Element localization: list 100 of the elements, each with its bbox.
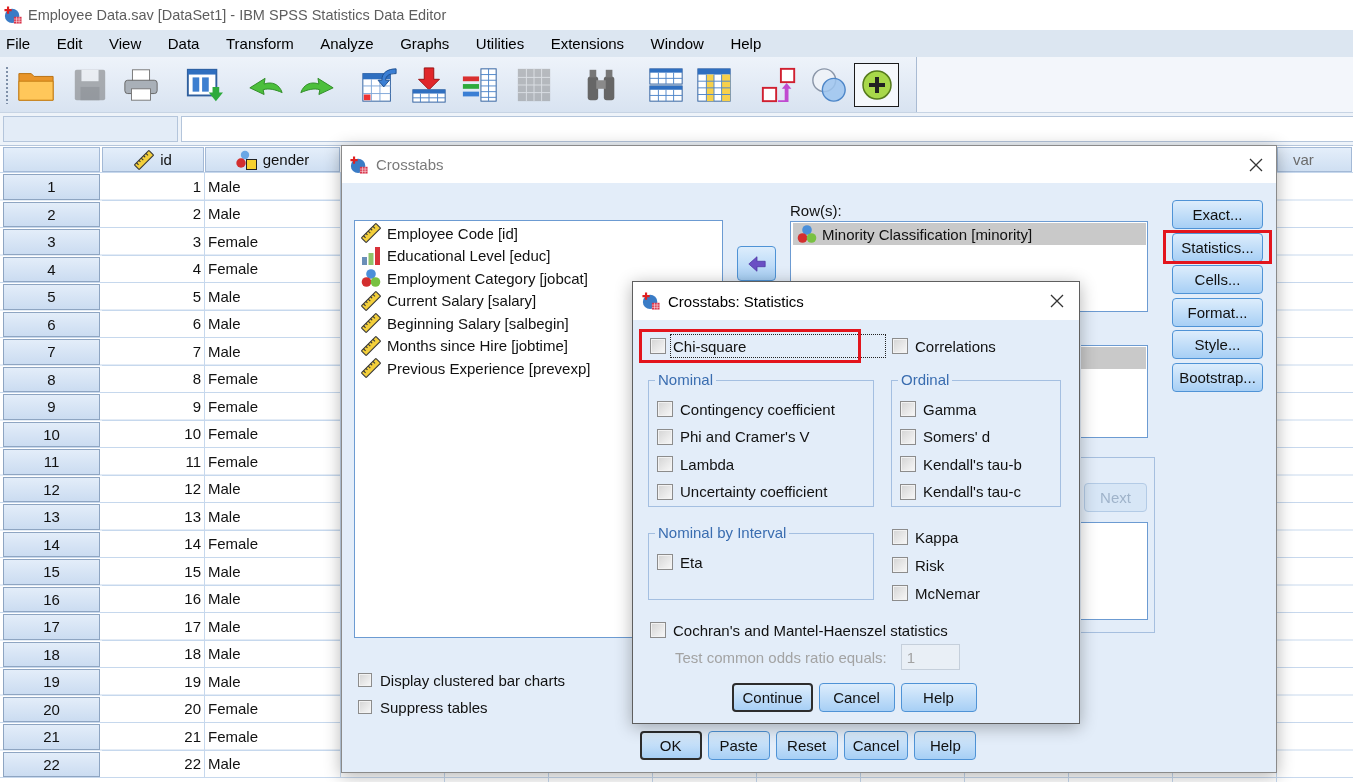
dialog-button[interactable]: Reset [775,731,838,760]
row-header[interactable]: 11 [3,449,100,475]
menu-item[interactable]: Graphs [396,33,454,54]
checkbox-label[interactable]: Risk [915,556,945,574]
checkbox[interactable] [900,401,916,417]
row-header[interactable]: 7 [3,339,100,365]
table-cell: 8 [102,365,205,393]
checkbox[interactable] [657,554,673,570]
table-cell: 14 [102,530,205,558]
row-header[interactable]: 5 [3,284,100,310]
dialog-button[interactable]: Cancel [843,731,909,760]
menu-item[interactable]: File [2,33,35,54]
row-header[interactable]: 12 [3,476,100,502]
dialog-button[interactable]: Cancel [818,683,895,712]
row-header[interactable]: 1 [3,174,100,200]
checkbox[interactable] [657,456,673,472]
column-header[interactable]: var [1277,147,1352,172]
row-header[interactable]: 17 [3,614,100,640]
menu-item[interactable]: Edit [52,33,87,54]
dialog-button[interactable]: Cells... [1172,265,1263,295]
row-header[interactable]: 21 [3,724,100,750]
checkbox[interactable] [650,622,666,638]
row-header[interactable]: 20 [3,696,100,722]
checkbox[interactable] [657,483,673,500]
checkbox-label[interactable]: McNemar [915,584,980,602]
cell-value-field[interactable] [181,116,1353,142]
menu-item[interactable]: Analyze [316,33,378,54]
checkbox[interactable] [657,428,673,445]
list-item[interactable]: Minority Classification [minority] [793,223,1146,245]
list-item[interactable]: Beginning Salary [salbegin] [359,312,571,335]
checkbox[interactable] [900,456,916,472]
row-header[interactable]: 10 [3,421,100,447]
menu-item[interactable]: Extensions [546,33,629,54]
dialog-button[interactable]: OK [639,731,702,760]
checkbox[interactable] [358,700,372,714]
list-item[interactable]: Employee Code [id] [359,222,520,245]
checkbox[interactable] [358,673,372,687]
row-header[interactable]: 14 [3,531,100,557]
move-arrow-button[interactable] [737,246,776,281]
checkbox-label[interactable]: Correlations [912,334,999,358]
checkbox[interactable] [892,557,908,573]
menu-item[interactable]: Help [726,33,766,54]
row-header[interactable]: 22 [3,751,100,777]
row-header[interactable]: 18 [3,641,100,667]
row-header[interactable]: 16 [3,586,100,612]
row-header[interactable]: 2 [3,201,100,227]
grip-icon[interactable] [5,65,9,104]
checkbox-label[interactable]: Kappa [915,528,959,546]
dialog-button[interactable]: Continue [732,683,813,712]
checkbox-label[interactable]: Somers' d [923,428,991,445]
menu-item[interactable]: Utilities [471,33,529,54]
checkbox-label[interactable]: Kendall's tau-b [923,455,1022,473]
checkbox-label[interactable]: Gamma [923,400,977,418]
menu-item[interactable]: Data [163,33,204,54]
menu-item[interactable]: Window [646,33,708,54]
toolbar-button[interactable] [854,62,899,107]
list-item[interactable]: Previous Experience [prevexp] [359,357,593,380]
row-header[interactable]: 8 [3,366,100,392]
checkbox-label[interactable]: Display clustered bar charts [380,671,566,689]
column-header[interactable]: id [102,147,204,172]
dialog-button[interactable]: Format... [1172,297,1263,327]
column-header[interactable]: gender [205,147,340,172]
cell-reference-field[interactable] [3,116,178,142]
checkbox[interactable] [657,401,673,417]
checkbox[interactable] [892,529,908,545]
checkbox-label[interactable]: Eta [680,553,703,571]
checkbox[interactable] [650,338,666,354]
checkbox[interactable] [892,338,908,354]
menu-item[interactable]: Transform [221,33,298,54]
checkbox-label[interactable]: Chi-square [670,334,886,358]
row-header[interactable]: 4 [3,256,100,282]
checkbox[interactable] [900,428,916,445]
dialog-button[interactable]: Statistics... [1172,232,1263,262]
list-item[interactable]: Months since Hire [jobtime] [359,334,570,357]
close-button[interactable] [1049,293,1065,309]
list-item[interactable]: Current Salary [salary] [359,289,539,312]
dialog-button[interactable]: Help [914,731,977,760]
row-header[interactable]: 13 [3,504,100,530]
dialog-button[interactable]: Paste [707,731,770,760]
dialog-button[interactable]: Style... [1172,330,1263,360]
dialog-button[interactable]: Exact... [1172,200,1263,229]
menu-item[interactable]: View [105,33,146,54]
dialog-button[interactable]: Help [900,683,977,712]
row-header[interactable]: 9 [3,394,100,420]
list-item[interactable]: Employment Category [jobcat] [359,267,590,290]
row-header[interactable]: 15 [3,559,100,585]
close-button[interactable] [1248,156,1264,173]
row-header[interactable]: 19 [3,669,100,695]
checkbox-label[interactable]: Suppress tables [380,698,488,716]
select-all-cell[interactable] [3,147,100,172]
checkbox-label[interactable]: Kendall's tau-c [923,483,1021,500]
row-header[interactable]: 3 [3,229,100,255]
list-box[interactable] [1081,522,1148,620]
checkbox[interactable] [900,483,916,500]
list-item[interactable]: Educational Level [educ] [359,244,553,267]
dialog-button[interactable]: Bootstrap... [1172,362,1263,392]
list-box[interactable] [1081,345,1148,438]
checkbox[interactable] [892,585,908,601]
app-icon [4,6,22,24]
row-header[interactable]: 6 [3,311,100,337]
